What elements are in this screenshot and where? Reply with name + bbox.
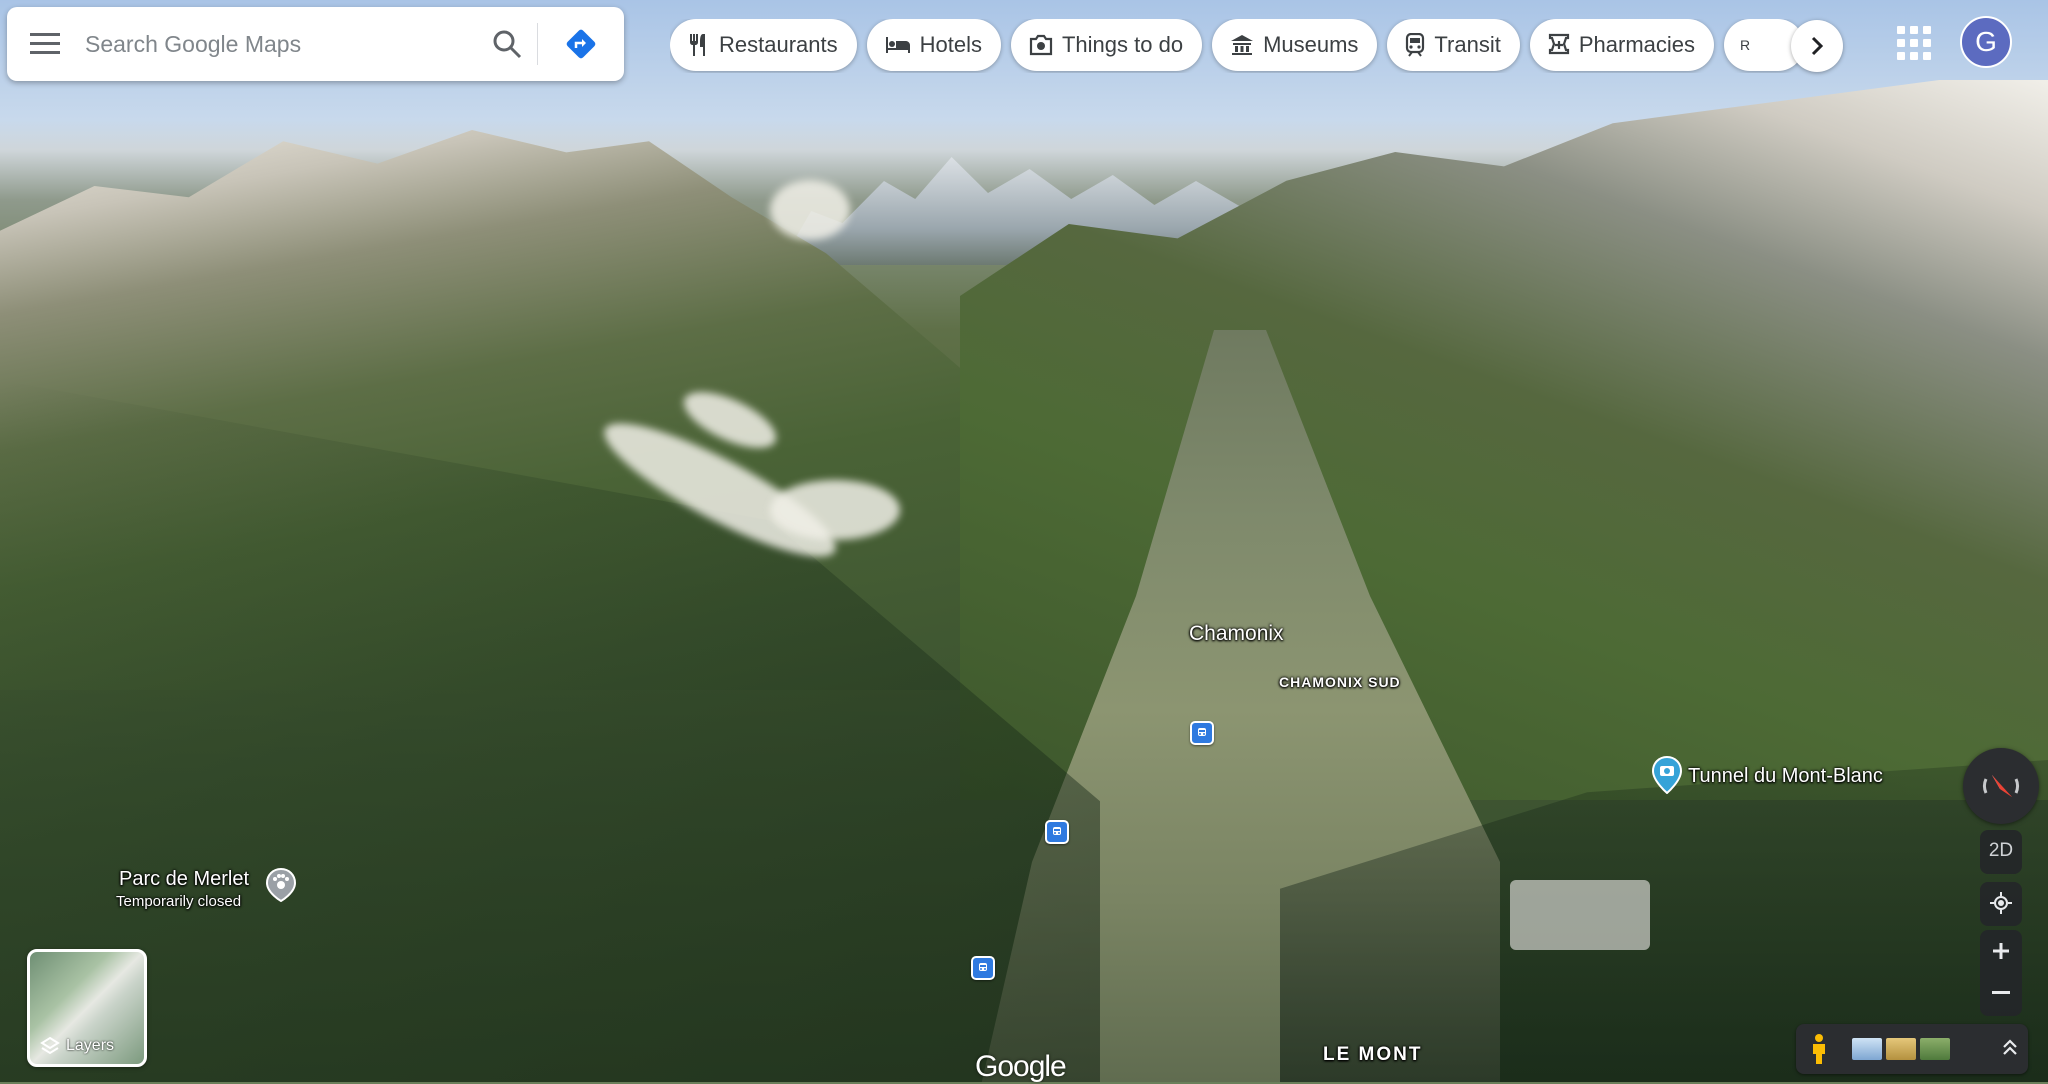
imagery-thumb[interactable] (1852, 1038, 1882, 1060)
chip-transit[interactable]: Transit (1387, 19, 1520, 71)
camera-pin-icon (1651, 755, 1683, 795)
zoom-control (1980, 930, 2022, 1016)
chip-label: Museums (1263, 32, 1359, 57)
imagery-thumb[interactable] (1920, 1038, 1950, 1060)
bottom-toolbar (1796, 1024, 2028, 1074)
apps-grid-icon (1897, 26, 1905, 34)
google-logo: Google (975, 1050, 1067, 1083)
apps-grid-icon (1910, 52, 1918, 60)
chevron-up-icon (2003, 1038, 2017, 1055)
compass-icon (1983, 775, 2019, 797)
expand-button[interactable] (2002, 1038, 2018, 1061)
layers-label-wrap: Layers (40, 1036, 114, 1056)
apps-grid-icon (1923, 52, 1931, 60)
compass-button[interactable] (1963, 748, 2039, 824)
transit-icon (1406, 33, 1425, 57)
cloud (770, 180, 850, 240)
account-avatar[interactable]: G (1960, 16, 2012, 68)
chip-label: Restaurants (719, 32, 838, 57)
search-box (7, 7, 624, 81)
park-pin[interactable] (265, 867, 297, 903)
search-input[interactable] (83, 29, 427, 59)
imagery-thumbnails (1852, 1038, 1950, 1060)
chip-label: Transit (1434, 32, 1501, 57)
location-control (1980, 882, 2022, 926)
district-label[interactable]: CHAMONIX SUD (1279, 674, 1401, 690)
plus-icon (1993, 943, 2009, 959)
pharmacy-icon (1548, 33, 1569, 55)
chip-things-to-do[interactable]: Things to do (1010, 19, 1203, 71)
hotel-icon (885, 37, 910, 53)
apps-grid-icon (1897, 39, 1905, 47)
layers-icon (40, 1036, 60, 1055)
restaurant-icon (690, 34, 705, 56)
google-apps-button[interactable] (1893, 22, 1935, 64)
directions-icon (566, 29, 596, 59)
zoom-out-button[interactable] (1980, 972, 2022, 1014)
apps-grid-icon (1897, 52, 1905, 60)
transit-station-icon[interactable] (971, 956, 995, 980)
minus-icon (1992, 991, 2010, 994)
glacier-patch (1510, 880, 1650, 950)
search-button[interactable] (477, 7, 537, 81)
region-label: LE MONT (1323, 1044, 1423, 1065)
imagery-thumb[interactable] (1886, 1038, 1916, 1060)
category-chips: Restaurants Hotels Things to do Museums … (670, 19, 1845, 73)
chip-label: Hotels (919, 32, 982, 57)
museum-icon (1231, 35, 1254, 55)
pegman-icon (1813, 1034, 1825, 1064)
zoom-in-button[interactable] (1980, 930, 2022, 972)
transit-station-icon[interactable] (1190, 721, 1214, 745)
paw-pin-icon (265, 867, 297, 903)
my-location-button[interactable] (1980, 882, 2022, 924)
chip-label: R (1740, 37, 1751, 53)
apps-grid-icon (1923, 39, 1931, 47)
menu-icon (30, 33, 60, 54)
camera-icon (1029, 34, 1053, 56)
chevron-right-icon (1811, 36, 1824, 56)
chips-next-button[interactable] (1791, 20, 1843, 72)
city-label[interactable]: Chamonix (1189, 622, 1284, 646)
poi-pin[interactable] (1651, 755, 1683, 795)
tunnel-label[interactable]: Tunnel du Mont-Blanc (1688, 765, 1883, 788)
layers-label: Layers (66, 1037, 115, 1054)
cloud (770, 480, 900, 540)
view-mode-control: 2D (1980, 830, 2022, 874)
chip-restaurants[interactable]: Restaurants (670, 19, 857, 71)
search-icon (493, 30, 522, 59)
directions-button[interactable] (538, 7, 624, 81)
chip-label: Pharmacies (1578, 32, 1695, 57)
chip-pharmacies[interactable]: Pharmacies (1529, 19, 1714, 71)
map-canvas[interactable] (0, 0, 2048, 1082)
menu-button[interactable] (7, 7, 83, 81)
chip-label: Things to do (1061, 32, 1184, 57)
apps-grid-icon (1923, 26, 1931, 34)
park-label[interactable]: Parc de Merlet (119, 868, 249, 891)
chip-museums[interactable]: Museums (1212, 19, 1378, 71)
apps-grid-icon (1910, 39, 1918, 47)
my-location-icon (1990, 892, 2012, 914)
layers-button[interactable]: Layers (27, 949, 147, 1067)
transit-station-icon[interactable] (1045, 820, 1069, 844)
toggle-2d-button[interactable]: 2D (1980, 830, 2022, 872)
park-status: Temporarily closed (116, 893, 242, 910)
pegman-button[interactable] (1796, 1033, 1842, 1065)
chip-hotels[interactable]: Hotels (866, 19, 1001, 71)
apps-grid-icon (1910, 26, 1918, 34)
